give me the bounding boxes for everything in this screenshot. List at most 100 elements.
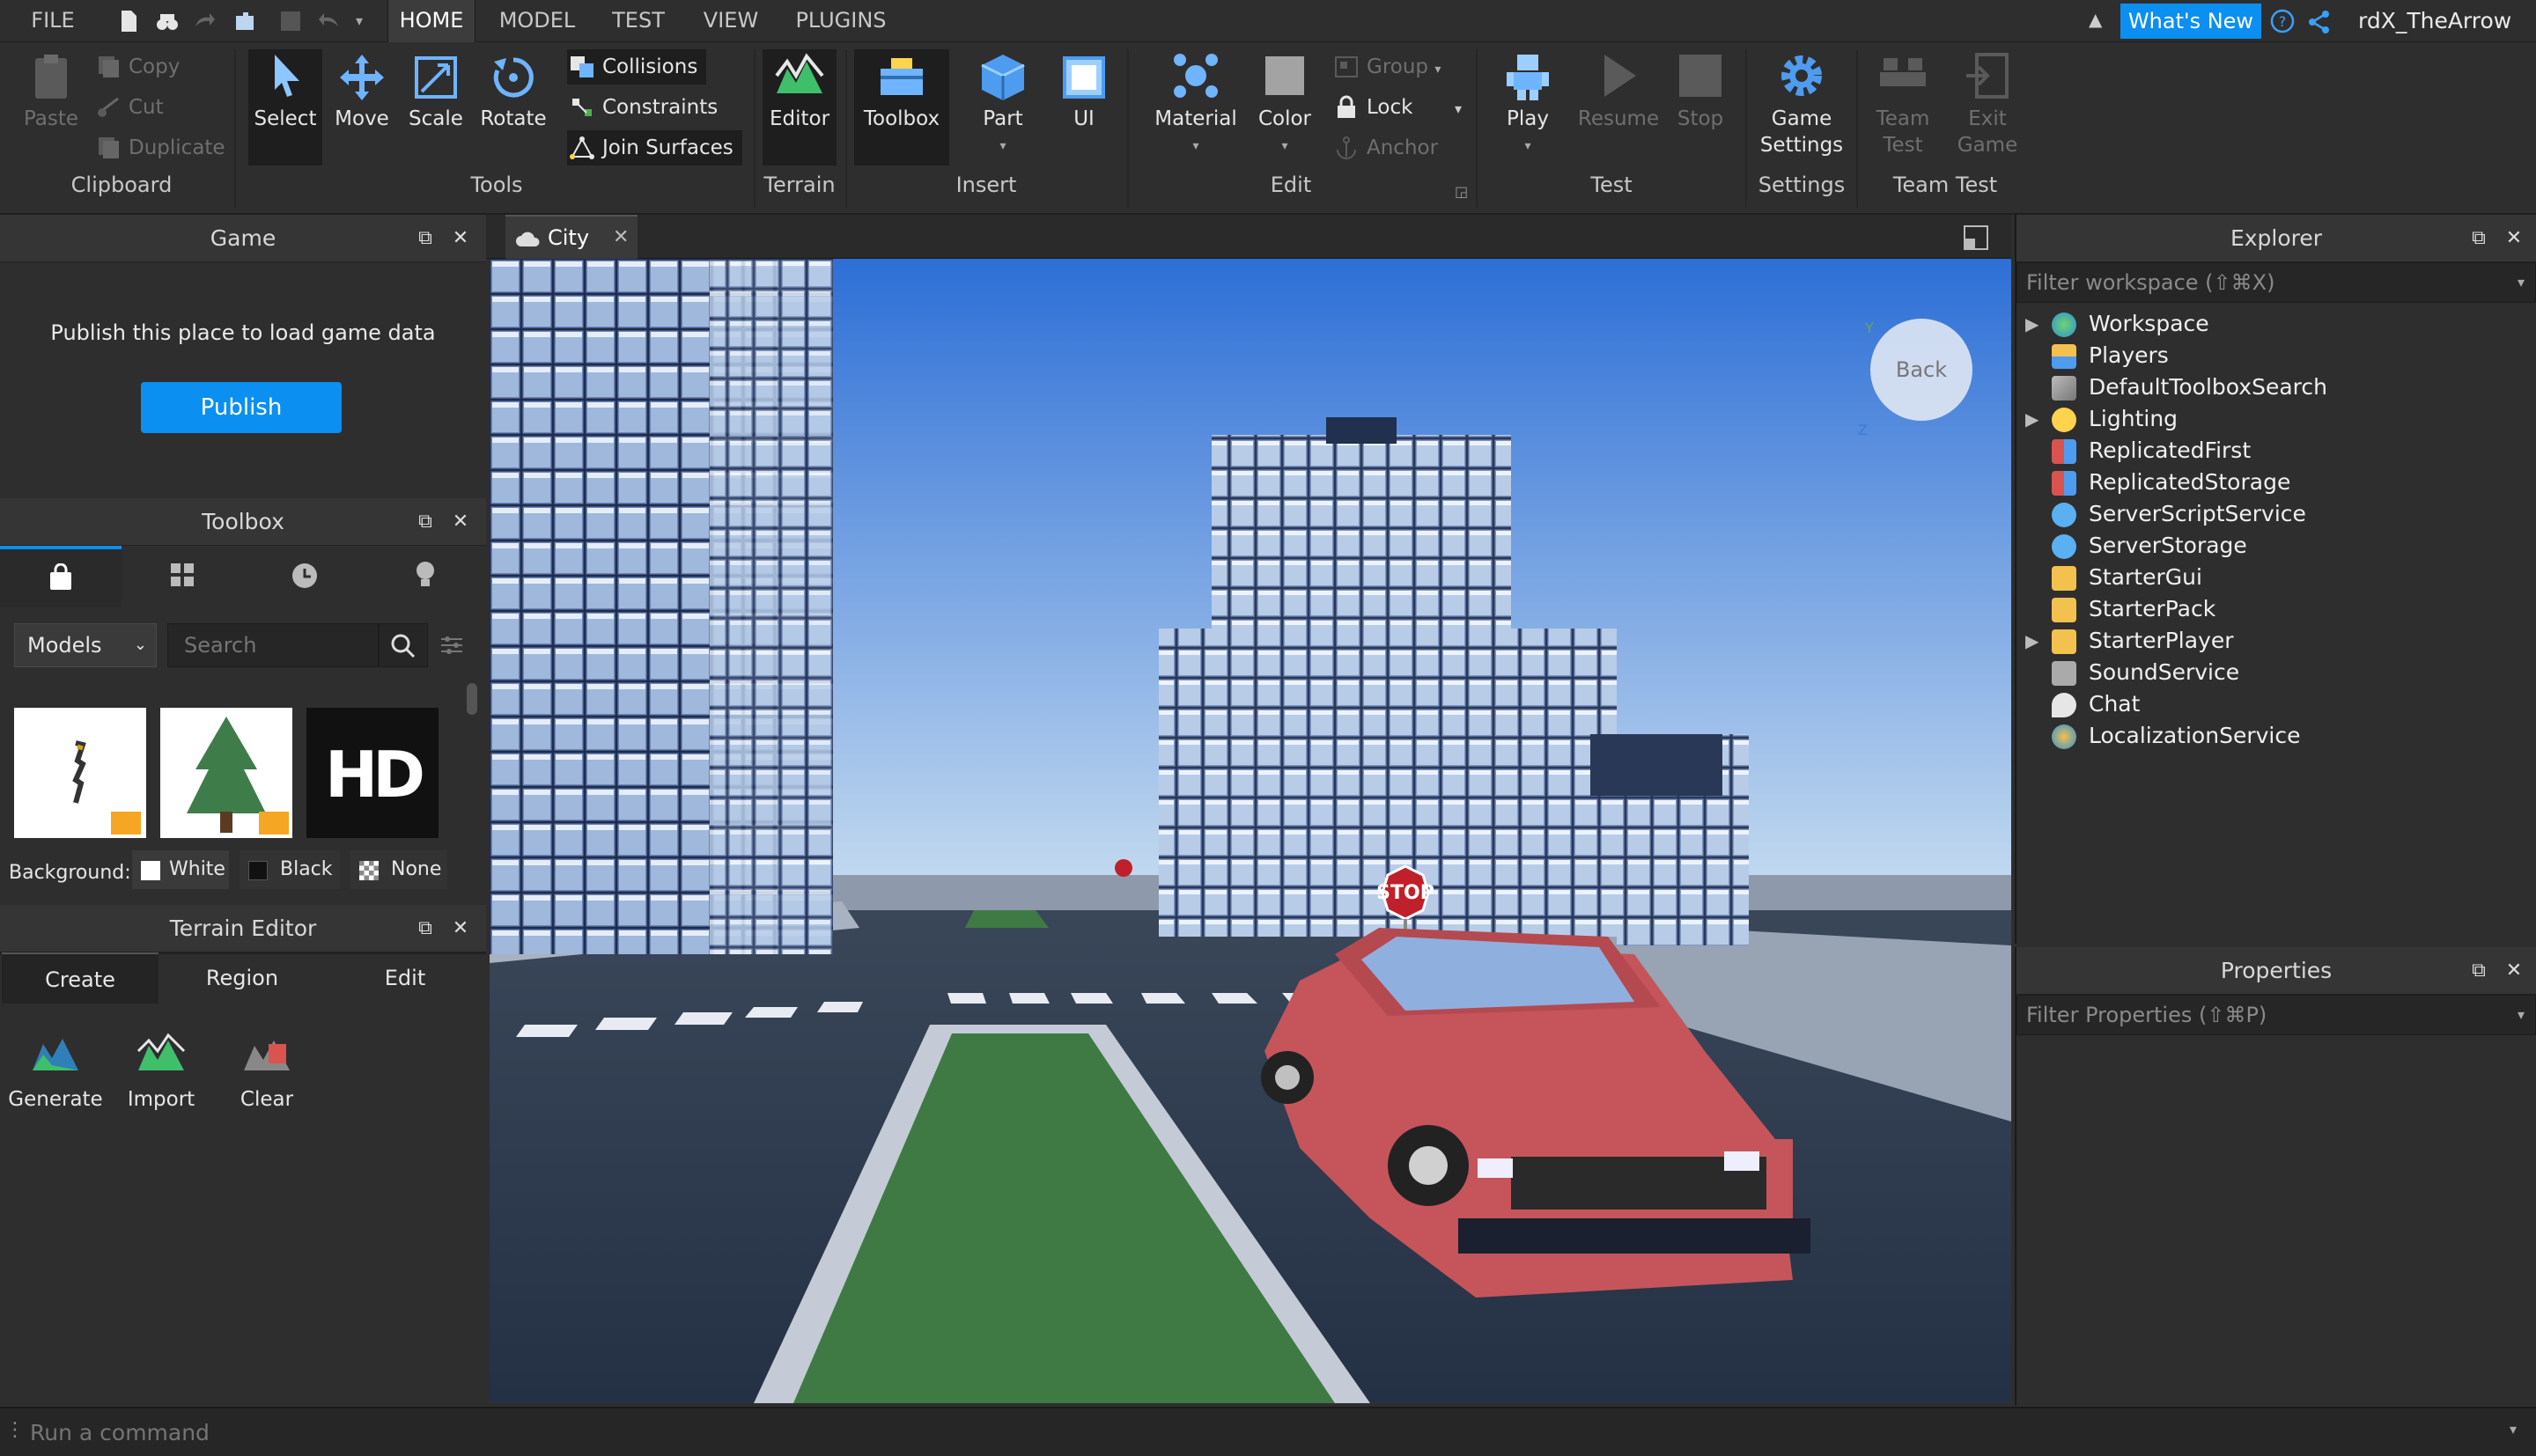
split-view-icon[interactable]: [1962, 224, 1990, 252]
expand-arrow-icon[interactable]: ▶: [2025, 625, 2043, 657]
tab-test[interactable]: TEST: [599, 0, 678, 42]
lightbulb-icon: [2052, 408, 2076, 432]
paste-button[interactable]: Paste: [18, 49, 85, 132]
dock-icon[interactable]: ⧉: [2469, 961, 2488, 981]
color-dropdown-icon[interactable]: ▾: [1281, 139, 1287, 153]
ui-button[interactable]: UI: [1050, 49, 1118, 132]
close-icon[interactable]: ✕: [451, 919, 470, 938]
toolbox-item-tile[interactable]: HD: [306, 708, 439, 838]
close-icon[interactable]: ✕: [2504, 961, 2524, 981]
group-button[interactable]: Group ▾: [1331, 49, 1441, 85]
search-button[interactable]: [379, 623, 428, 667]
help-icon[interactable]: ?: [2270, 9, 2295, 33]
material-dropdown-icon[interactable]: ▾: [1192, 139, 1198, 153]
tab-plugins[interactable]: PLUGINS: [784, 0, 898, 42]
stop-square-icon[interactable]: [278, 9, 303, 33]
properties-filter-input[interactable]: Filter Properties (⇧⌘P) ▾: [2016, 995, 2536, 1035]
generate-tool[interactable]: Generate: [7, 1028, 104, 1111]
move-tool-button[interactable]: Move: [328, 49, 396, 132]
toolbox-tab-creations[interactable]: [365, 546, 486, 607]
publish-button[interactable]: Publish: [141, 382, 342, 433]
dock-icon[interactable]: ⧉: [416, 229, 435, 248]
black-swatch-icon: [248, 861, 268, 880]
redo-icon[interactable]: [192, 9, 217, 33]
toolbox-button[interactable]: Toolbox: [854, 49, 949, 165]
toolbox-scrollbar[interactable]: [467, 683, 477, 715]
dock-icon[interactable]: ⧉: [2469, 229, 2488, 248]
duplicate-button[interactable]: Duplicate: [93, 130, 225, 165]
file-menu[interactable]: FILE: [18, 0, 88, 42]
part-button[interactable]: Part ▾: [969, 49, 1037, 155]
chevron-down-icon[interactable]: ▾: [2510, 1421, 2517, 1438]
edit-settings-corner-icon[interactable]: ◲: [1455, 183, 1468, 200]
category-dropdown[interactable]: Models ⌄: [14, 623, 157, 667]
bg-white-option[interactable]: White: [132, 850, 229, 889]
new-file-icon[interactable]: [116, 9, 141, 33]
join-surfaces-toggle[interactable]: Join Surfaces: [567, 130, 742, 165]
dock-icon[interactable]: ⧉: [416, 919, 435, 938]
expand-arrow-icon[interactable]: ▶: [2025, 308, 2043, 340]
team-test-button[interactable]: Team Test: [1869, 49, 1937, 158]
share-icon[interactable]: [2305, 9, 2332, 35]
game-panel-title: Game: [0, 215, 486, 262]
play-button[interactable]: Play ▾: [1493, 49, 1562, 155]
toolbox-item-tile[interactable]: [14, 708, 146, 838]
ribbon: Paste Copy Cut Duplicate Clipboard Selec…: [0, 42, 2536, 215]
terrain-icon: [775, 53, 824, 93]
binoculars-icon[interactable]: [155, 9, 180, 33]
collapse-ribbon-icon[interactable]: ▲: [2089, 9, 2102, 30]
stop-button[interactable]: Stop: [1666, 49, 1735, 132]
rotate-tool-button[interactable]: Rotate: [476, 49, 551, 132]
clear-tool[interactable]: Clear: [218, 1028, 315, 1111]
plugin-icon[interactable]: [232, 9, 257, 33]
copy-button[interactable]: Copy: [93, 49, 180, 85]
lock-button[interactable]: Lock: [1331, 90, 1412, 125]
username-label[interactable]: rdX_TheArrow: [2358, 0, 2511, 42]
resume-button[interactable]: Resume: [1576, 49, 1661, 132]
anchor-button[interactable]: Anchor: [1331, 130, 1438, 165]
cut-button[interactable]: Cut: [93, 90, 164, 125]
close-icon[interactable]: ✕: [451, 229, 470, 248]
toolbox-tab-marketplace[interactable]: [0, 546, 122, 607]
dock-icon[interactable]: ⧉: [416, 512, 435, 532]
exit-game-button[interactable]: Exit Game: [1953, 49, 2022, 158]
stop-icon: [1679, 55, 1721, 97]
close-icon[interactable]: ✕: [451, 512, 470, 532]
undo-icon[interactable]: [317, 9, 342, 33]
city-scene[interactable]: STOP Back Y Z: [490, 259, 2011, 1403]
quick-access-dropdown-icon[interactable]: ▾: [356, 12, 363, 29]
tab-view[interactable]: VIEW: [696, 0, 766, 42]
play-dropdown-icon[interactable]: ▾: [1524, 139, 1530, 153]
terrain-editor-button[interactable]: Editor: [763, 49, 837, 165]
material-button[interactable]: Material ▾: [1150, 49, 1242, 155]
color-button[interactable]: Color ▾: [1250, 49, 1319, 155]
toolbox-search-input[interactable]: [167, 623, 379, 667]
scale-tool-button[interactable]: Scale: [402, 49, 470, 132]
command-input[interactable]: [19, 1414, 2503, 1451]
terrain-tab-create[interactable]: Create: [2, 952, 158, 1004]
close-tab-icon[interactable]: ✕: [613, 217, 629, 259]
collisions-toggle[interactable]: Collisions: [567, 49, 707, 85]
explorer-filter-input[interactable]: Filter workspace (⇧⌘X) ▾: [2016, 262, 2536, 303]
constraints-toggle[interactable]: Constraints: [567, 90, 718, 125]
game-settings-button[interactable]: Game Settings: [1756, 49, 1847, 158]
bg-black-option[interactable]: Black: [240, 850, 340, 889]
close-icon[interactable]: ✕: [2504, 229, 2524, 248]
city-document-tab[interactable]: City ✕: [505, 215, 638, 259]
whats-new-button[interactable]: What's New: [2120, 4, 2261, 39]
3d-viewport[interactable]: STOP Back Y Z: [490, 259, 2011, 1403]
bg-none-option[interactable]: None: [350, 850, 447, 889]
toolbox-tab-inventory[interactable]: [122, 546, 243, 607]
terrain-tab-edit[interactable]: Edit: [326, 952, 484, 1004]
select-tool-button[interactable]: Select: [248, 49, 322, 165]
terrain-tab-region[interactable]: Region: [160, 952, 324, 1004]
tab-model[interactable]: MODEL: [493, 0, 581, 42]
toolbox-tab-recent[interactable]: [243, 546, 365, 607]
tab-home[interactable]: HOME: [387, 0, 476, 42]
expand-arrow-icon[interactable]: ▶: [2025, 403, 2043, 435]
toolbox-item-tile[interactable]: [160, 708, 292, 838]
lock-dropdown-icon[interactable]: ▾: [1455, 100, 1462, 117]
part-dropdown-icon[interactable]: ▾: [999, 139, 1006, 153]
filter-sliders-icon[interactable]: [439, 632, 465, 658]
import-tool[interactable]: Import: [113, 1028, 210, 1111]
